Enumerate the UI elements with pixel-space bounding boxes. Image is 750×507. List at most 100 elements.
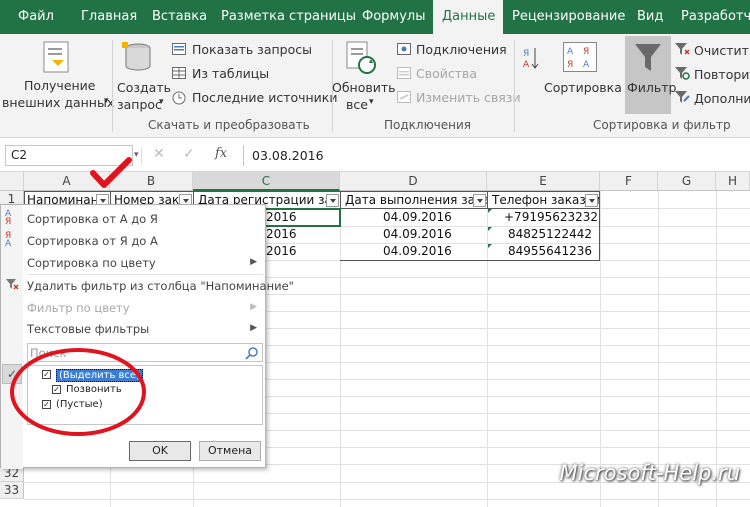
divider bbox=[141, 148, 142, 164]
sort-icon[interactable]: АЯЯА bbox=[563, 42, 597, 75]
cell-e4[interactable]: 84955641236 bbox=[508, 244, 592, 258]
properties-icon bbox=[397, 67, 411, 82]
tab-review[interactable]: Рецензирование bbox=[503, 0, 634, 34]
menu-sort-asc[interactable]: Сортировка от А до Я bbox=[27, 212, 158, 226]
submenu-arrow-icon: ▶ bbox=[250, 302, 257, 312]
header-cell-customer-phone[interactable]: Телефон заказчи bbox=[487, 191, 600, 209]
watermark: Microsoft-Help.ru bbox=[559, 461, 740, 485]
gridline bbox=[716, 191, 717, 507]
search-icon bbox=[245, 347, 258, 360]
submenu-arrow-icon: ▶ bbox=[250, 323, 257, 333]
svg-text:Я: Я bbox=[583, 47, 589, 57]
clear-filter-icon bbox=[674, 42, 690, 59]
advanced-button[interactable]: Дополнит bbox=[694, 91, 750, 106]
svg-text:А: А bbox=[567, 47, 574, 57]
header-cell-completion-date[interactable]: Дата выполнения зака bbox=[340, 191, 488, 209]
column-header-f[interactable]: F bbox=[600, 172, 658, 191]
properties-button[interactable]: Свойства bbox=[416, 66, 477, 81]
sort-button[interactable]: Сортировка bbox=[544, 80, 622, 95]
tab-developer[interactable]: Разработч bbox=[672, 0, 750, 34]
create-query-label-2[interactable]: запрос bbox=[117, 97, 162, 112]
sort-asc-icon: AЯ bbox=[5, 209, 12, 227]
external-data-icon[interactable] bbox=[38, 40, 72, 79]
menu-filter-by-color[interactable]: Фильтр по цвету bbox=[27, 301, 130, 315]
sort-desc-icon: ЯA bbox=[5, 231, 12, 249]
filter-button[interactable]: Фильтр bbox=[627, 80, 676, 95]
column-header-g[interactable]: G bbox=[658, 172, 716, 191]
group-label-sort-filter: Сортировка и фильтр bbox=[593, 118, 731, 132]
insert-function-icon[interactable]: fx bbox=[215, 146, 227, 161]
tab-formulas[interactable]: Формулы bbox=[353, 0, 434, 34]
cancel-entry-icon[interactable]: ✕ bbox=[153, 146, 165, 162]
cell-e3[interactable]: 84825122442 bbox=[508, 227, 592, 241]
database-icon[interactable] bbox=[122, 40, 154, 79]
column-header-c[interactable]: C bbox=[193, 172, 340, 191]
advanced-filter-icon bbox=[674, 90, 690, 107]
clock-icon bbox=[172, 91, 186, 108]
submenu-arrow-icon: ▶ bbox=[250, 257, 257, 267]
tab-view[interactable]: Вид bbox=[628, 0, 672, 34]
remove-filter-icon bbox=[5, 278, 19, 294]
tab-page-layout[interactable]: Разметка страницы bbox=[212, 0, 365, 34]
edit-links-button[interactable]: Изменить связи bbox=[416, 90, 521, 105]
cell-c3[interactable]: 2016 bbox=[266, 227, 297, 241]
edit-links-icon bbox=[397, 91, 411, 106]
svg-text:А: А bbox=[583, 60, 590, 70]
cancel-button[interactable]: Отмена bbox=[199, 441, 261, 461]
tab-data[interactable]: Данные bbox=[433, 0, 503, 34]
reapply-button[interactable]: Повторить bbox=[694, 67, 750, 82]
ellipse-annotation-icon bbox=[10, 348, 146, 436]
refresh-icon[interactable] bbox=[345, 40, 377, 79]
cell-e2[interactable]: +79195623232 bbox=[504, 210, 598, 224]
filter-dropdown-button[interactable] bbox=[585, 194, 598, 207]
menu-text-filters[interactable]: Текстовые фильтры bbox=[27, 322, 149, 336]
table-bottom-border bbox=[340, 260, 600, 261]
group-label-get-transform: Скачать и преобразовать bbox=[148, 118, 310, 132]
gridline bbox=[340, 191, 341, 507]
checkmark-annotation-icon bbox=[90, 157, 132, 188]
formula-input[interactable]: 03.08.2016 bbox=[243, 145, 748, 166]
sort-az-icon[interactable]: ЯА bbox=[522, 46, 540, 75]
refresh-all-label-2[interactable]: все bbox=[346, 97, 368, 112]
chevron-down-icon: ▾ bbox=[104, 96, 109, 106]
cell-c2[interactable]: 2016 bbox=[266, 210, 297, 224]
confirm-entry-icon[interactable]: ✓ bbox=[183, 146, 195, 162]
error-indicator-icon bbox=[488, 209, 492, 213]
get-external-label-1[interactable]: Получение bbox=[24, 78, 96, 93]
column-header-h[interactable]: H bbox=[716, 172, 750, 191]
menu-remove-filter[interactable]: Удалить фильтр из столбца "Напоминание" bbox=[27, 279, 294, 293]
ok-button[interactable]: OK bbox=[129, 441, 191, 461]
connections-icon bbox=[397, 43, 411, 58]
cell-d4[interactable]: 04.09.2016 bbox=[383, 244, 452, 258]
refresh-all-label-1[interactable]: Обновить bbox=[332, 80, 396, 95]
gridline bbox=[487, 191, 488, 507]
clear-button[interactable]: Очистить bbox=[694, 43, 750, 58]
funnel-icon bbox=[633, 42, 663, 77]
filter-dropdown-button[interactable] bbox=[473, 194, 486, 207]
chevron-down-icon: ▾ bbox=[369, 97, 374, 107]
tab-home[interactable]: Главная bbox=[72, 0, 146, 34]
cell-c4[interactable]: 2016 bbox=[266, 244, 297, 258]
filter-dropdown-button[interactable] bbox=[326, 194, 339, 207]
create-query-label-1[interactable]: Создать bbox=[117, 80, 171, 95]
column-header-d[interactable]: D bbox=[340, 172, 487, 191]
menu-sort-by-color[interactable]: Сортировка по цвету bbox=[27, 256, 156, 270]
get-external-label-2[interactable]: внешних данных bbox=[2, 95, 114, 110]
menu-separator bbox=[27, 274, 263, 275]
show-queries-button[interactable]: Показать запросы bbox=[192, 42, 312, 57]
select-all-corner[interactable] bbox=[0, 172, 24, 191]
connections-button[interactable]: Подключения bbox=[416, 42, 507, 57]
from-table-button[interactable]: Из таблицы bbox=[192, 66, 269, 81]
menu-sort-desc[interactable]: Сортировка от Я до А bbox=[27, 234, 158, 248]
chevron-down-icon: ▾ bbox=[134, 150, 139, 160]
cell-d3[interactable]: 04.09.2016 bbox=[383, 227, 452, 241]
tab-file[interactable]: Файл bbox=[9, 0, 63, 34]
svg-text:Я: Я bbox=[567, 60, 573, 70]
cell-d2[interactable]: 04.09.2016 bbox=[383, 210, 452, 224]
group-label-connections: Подключения bbox=[384, 118, 472, 132]
column-header-e[interactable]: E bbox=[487, 172, 600, 191]
tab-insert[interactable]: Вставка bbox=[143, 0, 216, 34]
recent-sources-button[interactable]: Последние источники bbox=[192, 90, 337, 105]
row-header-33[interactable]: 33 bbox=[0, 482, 24, 499]
table-right-border bbox=[599, 191, 600, 261]
